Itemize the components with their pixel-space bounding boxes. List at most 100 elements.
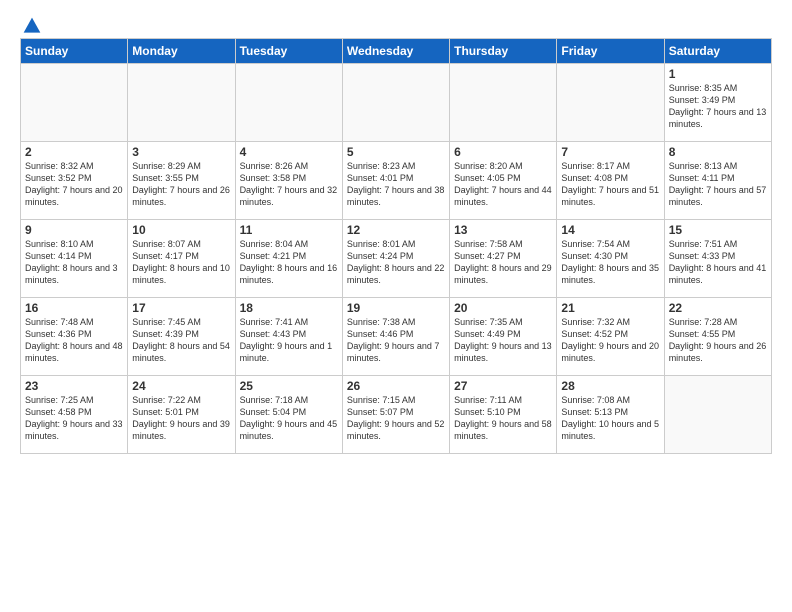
day-info: Sunrise: 7:28 AM Sunset: 4:55 PM Dayligh… [669,316,767,365]
calendar-cell: 10Sunrise: 8:07 AM Sunset: 4:17 PM Dayli… [128,220,235,298]
day-number: 4 [240,145,338,159]
day-number: 6 [454,145,552,159]
calendar-cell: 21Sunrise: 7:32 AM Sunset: 4:52 PM Dayli… [557,298,664,376]
calendar-cell: 12Sunrise: 8:01 AM Sunset: 4:24 PM Dayli… [342,220,449,298]
calendar-cell: 24Sunrise: 7:22 AM Sunset: 5:01 PM Dayli… [128,376,235,454]
day-number: 16 [25,301,123,315]
day-info: Sunrise: 7:54 AM Sunset: 4:30 PM Dayligh… [561,238,659,287]
day-info: Sunrise: 8:26 AM Sunset: 3:58 PM Dayligh… [240,160,338,209]
calendar-header-sunday: Sunday [21,39,128,64]
calendar-header-friday: Friday [557,39,664,64]
calendar-week-row-4: 16Sunrise: 7:48 AM Sunset: 4:36 PM Dayli… [21,298,772,376]
day-number: 24 [132,379,230,393]
day-info: Sunrise: 8:17 AM Sunset: 4:08 PM Dayligh… [561,160,659,209]
calendar-cell: 11Sunrise: 8:04 AM Sunset: 4:21 PM Dayli… [235,220,342,298]
day-number: 10 [132,223,230,237]
calendar-header-monday: Monday [128,39,235,64]
day-info: Sunrise: 7:41 AM Sunset: 4:43 PM Dayligh… [240,316,338,365]
day-info: Sunrise: 8:23 AM Sunset: 4:01 PM Dayligh… [347,160,445,209]
day-info: Sunrise: 7:15 AM Sunset: 5:07 PM Dayligh… [347,394,445,443]
calendar-cell: 23Sunrise: 7:25 AM Sunset: 4:58 PM Dayli… [21,376,128,454]
day-number: 26 [347,379,445,393]
calendar-cell [128,64,235,142]
day-number: 21 [561,301,659,315]
day-number: 25 [240,379,338,393]
day-number: 3 [132,145,230,159]
calendar-cell: 15Sunrise: 7:51 AM Sunset: 4:33 PM Dayli… [664,220,771,298]
calendar-cell: 16Sunrise: 7:48 AM Sunset: 4:36 PM Dayli… [21,298,128,376]
day-info: Sunrise: 7:58 AM Sunset: 4:27 PM Dayligh… [454,238,552,287]
day-number: 15 [669,223,767,237]
day-number: 18 [240,301,338,315]
calendar-cell: 22Sunrise: 7:28 AM Sunset: 4:55 PM Dayli… [664,298,771,376]
day-info: Sunrise: 8:32 AM Sunset: 3:52 PM Dayligh… [25,160,123,209]
calendar-cell: 2Sunrise: 8:32 AM Sunset: 3:52 PM Daylig… [21,142,128,220]
calendar-cell: 25Sunrise: 7:18 AM Sunset: 5:04 PM Dayli… [235,376,342,454]
calendar-week-row-1: 1Sunrise: 8:35 AM Sunset: 3:49 PM Daylig… [21,64,772,142]
day-info: Sunrise: 8:20 AM Sunset: 4:05 PM Dayligh… [454,160,552,209]
calendar-cell [664,376,771,454]
calendar-cell: 9Sunrise: 8:10 AM Sunset: 4:14 PM Daylig… [21,220,128,298]
day-number: 28 [561,379,659,393]
calendar-header-tuesday: Tuesday [235,39,342,64]
calendar-week-row-2: 2Sunrise: 8:32 AM Sunset: 3:52 PM Daylig… [21,142,772,220]
calendar-cell: 4Sunrise: 8:26 AM Sunset: 3:58 PM Daylig… [235,142,342,220]
day-number: 23 [25,379,123,393]
day-number: 19 [347,301,445,315]
day-number: 13 [454,223,552,237]
calendar-cell: 26Sunrise: 7:15 AM Sunset: 5:07 PM Dayli… [342,376,449,454]
calendar-week-row-3: 9Sunrise: 8:10 AM Sunset: 4:14 PM Daylig… [21,220,772,298]
day-number: 8 [669,145,767,159]
calendar-cell: 5Sunrise: 8:23 AM Sunset: 4:01 PM Daylig… [342,142,449,220]
day-info: Sunrise: 7:18 AM Sunset: 5:04 PM Dayligh… [240,394,338,443]
calendar-cell: 20Sunrise: 7:35 AM Sunset: 4:49 PM Dayli… [450,298,557,376]
calendar-cell [557,64,664,142]
day-number: 20 [454,301,552,315]
calendar-cell: 6Sunrise: 8:20 AM Sunset: 4:05 PM Daylig… [450,142,557,220]
day-info: Sunrise: 7:22 AM Sunset: 5:01 PM Dayligh… [132,394,230,443]
day-info: Sunrise: 7:25 AM Sunset: 4:58 PM Dayligh… [25,394,123,443]
day-number: 1 [669,67,767,81]
calendar-header-wednesday: Wednesday [342,39,449,64]
calendar-cell: 19Sunrise: 7:38 AM Sunset: 4:46 PM Dayli… [342,298,449,376]
day-info: Sunrise: 7:35 AM Sunset: 4:49 PM Dayligh… [454,316,552,365]
day-number: 5 [347,145,445,159]
calendar-cell: 8Sunrise: 8:13 AM Sunset: 4:11 PM Daylig… [664,142,771,220]
calendar-cell [235,64,342,142]
calendar-cell: 14Sunrise: 7:54 AM Sunset: 4:30 PM Dayli… [557,220,664,298]
calendar-cell: 3Sunrise: 8:29 AM Sunset: 3:55 PM Daylig… [128,142,235,220]
day-info: Sunrise: 7:32 AM Sunset: 4:52 PM Dayligh… [561,316,659,365]
logo [20,16,42,30]
day-number: 12 [347,223,445,237]
day-number: 17 [132,301,230,315]
calendar-cell [342,64,449,142]
day-info: Sunrise: 7:38 AM Sunset: 4:46 PM Dayligh… [347,316,445,365]
calendar-header-saturday: Saturday [664,39,771,64]
day-number: 11 [240,223,338,237]
calendar-cell [21,64,128,142]
calendar-cell: 7Sunrise: 8:17 AM Sunset: 4:08 PM Daylig… [557,142,664,220]
day-info: Sunrise: 7:11 AM Sunset: 5:10 PM Dayligh… [454,394,552,443]
header [20,16,772,30]
day-info: Sunrise: 7:45 AM Sunset: 4:39 PM Dayligh… [132,316,230,365]
calendar-cell [450,64,557,142]
day-number: 14 [561,223,659,237]
calendar-cell: 1Sunrise: 8:35 AM Sunset: 3:49 PM Daylig… [664,64,771,142]
calendar-week-row-5: 23Sunrise: 7:25 AM Sunset: 4:58 PM Dayli… [21,376,772,454]
day-info: Sunrise: 8:13 AM Sunset: 4:11 PM Dayligh… [669,160,767,209]
calendar-table: SundayMondayTuesdayWednesdayThursdayFrid… [20,38,772,454]
calendar-cell: 27Sunrise: 7:11 AM Sunset: 5:10 PM Dayli… [450,376,557,454]
day-info: Sunrise: 7:51 AM Sunset: 4:33 PM Dayligh… [669,238,767,287]
day-info: Sunrise: 7:08 AM Sunset: 5:13 PM Dayligh… [561,394,659,443]
day-info: Sunrise: 8:07 AM Sunset: 4:17 PM Dayligh… [132,238,230,287]
day-number: 2 [25,145,123,159]
calendar-header-row: SundayMondayTuesdayWednesdayThursdayFrid… [21,39,772,64]
day-info: Sunrise: 8:10 AM Sunset: 4:14 PM Dayligh… [25,238,123,287]
day-info: Sunrise: 8:35 AM Sunset: 3:49 PM Dayligh… [669,82,767,131]
logo-icon [22,16,42,36]
day-info: Sunrise: 8:01 AM Sunset: 4:24 PM Dayligh… [347,238,445,287]
day-number: 22 [669,301,767,315]
day-info: Sunrise: 7:48 AM Sunset: 4:36 PM Dayligh… [25,316,123,365]
day-info: Sunrise: 8:04 AM Sunset: 4:21 PM Dayligh… [240,238,338,287]
page: SundayMondayTuesdayWednesdayThursdayFrid… [0,0,792,612]
